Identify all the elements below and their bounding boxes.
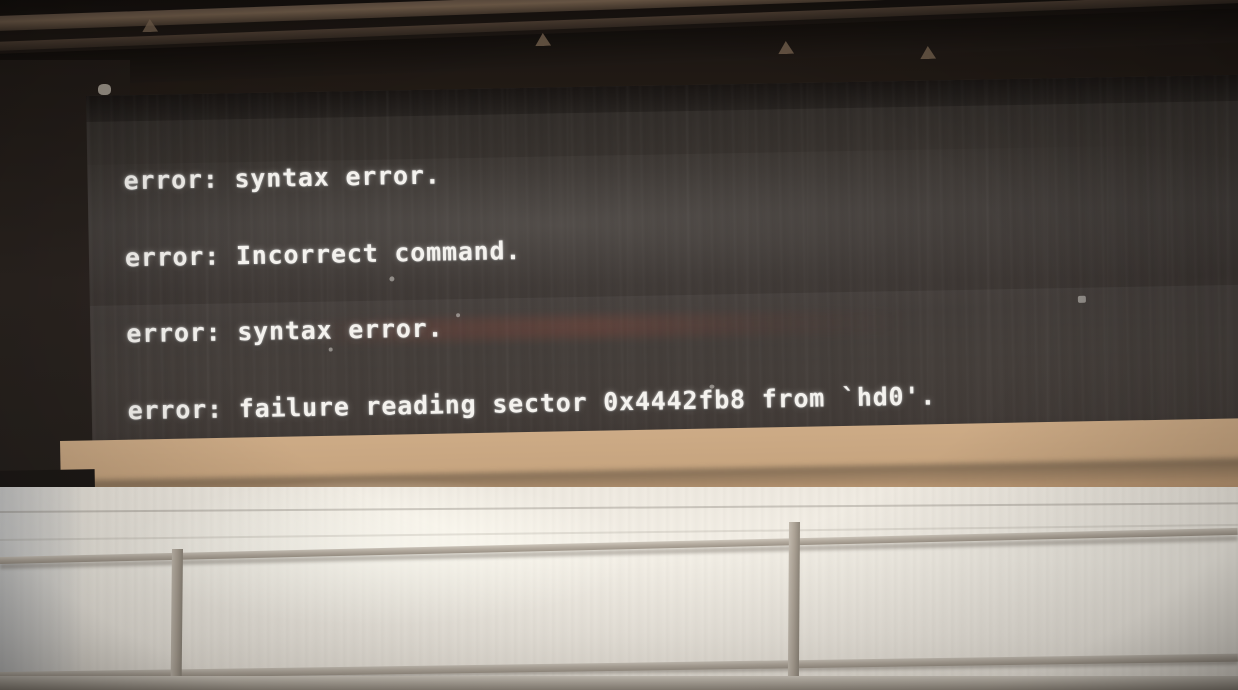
railing-post: [170, 548, 183, 690]
wall-speck: [98, 84, 111, 95]
console-line-error-4: error: failure reading sector 0x4442fb8 …: [127, 380, 937, 425]
console-line-error-1: error: syntax error.: [123, 160, 441, 196]
display-panel: error: syntax error. error: Incorrect co…: [86, 74, 1238, 478]
console-line-error-2: error: Incorrect command.: [124, 235, 522, 272]
railing-post: [787, 521, 800, 690]
console-line-error-3: error: syntax error.: [126, 313, 444, 349]
screen-dust-speck: [1077, 295, 1086, 303]
bright-wall: [0, 477, 1238, 690]
wall-cool-strip: [0, 487, 86, 690]
photo-scene: error: syntax error. error: Incorrect co…: [0, 0, 1238, 690]
console-text-block: error: syntax error. error: Incorrect co…: [122, 103, 940, 478]
floor-edge: [0, 676, 1238, 690]
